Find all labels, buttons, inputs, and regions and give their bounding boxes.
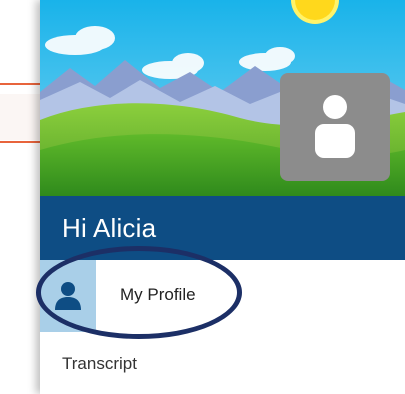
background-page bbox=[0, 0, 40, 394]
greeting-header: Hi Alicia bbox=[40, 196, 405, 260]
background-row bbox=[0, 94, 40, 140]
user-avatar-placeholder-icon bbox=[315, 95, 355, 158]
user-avatar[interactable] bbox=[280, 73, 390, 181]
person-icon bbox=[55, 282, 81, 310]
background-divider bbox=[0, 83, 40, 85]
nav-icon-cell bbox=[40, 260, 96, 332]
nav-label: My Profile bbox=[120, 285, 196, 304]
navigation-drawer: Hi Alicia My Profile Transcript bbox=[40, 0, 405, 394]
nav-label: Transcript bbox=[62, 354, 137, 373]
nav-item-my-profile[interactable]: My Profile bbox=[40, 260, 405, 332]
greeting-text: Hi Alicia bbox=[62, 213, 157, 243]
nav-item-transcript[interactable]: Transcript bbox=[40, 340, 405, 390]
background-divider bbox=[0, 141, 40, 143]
